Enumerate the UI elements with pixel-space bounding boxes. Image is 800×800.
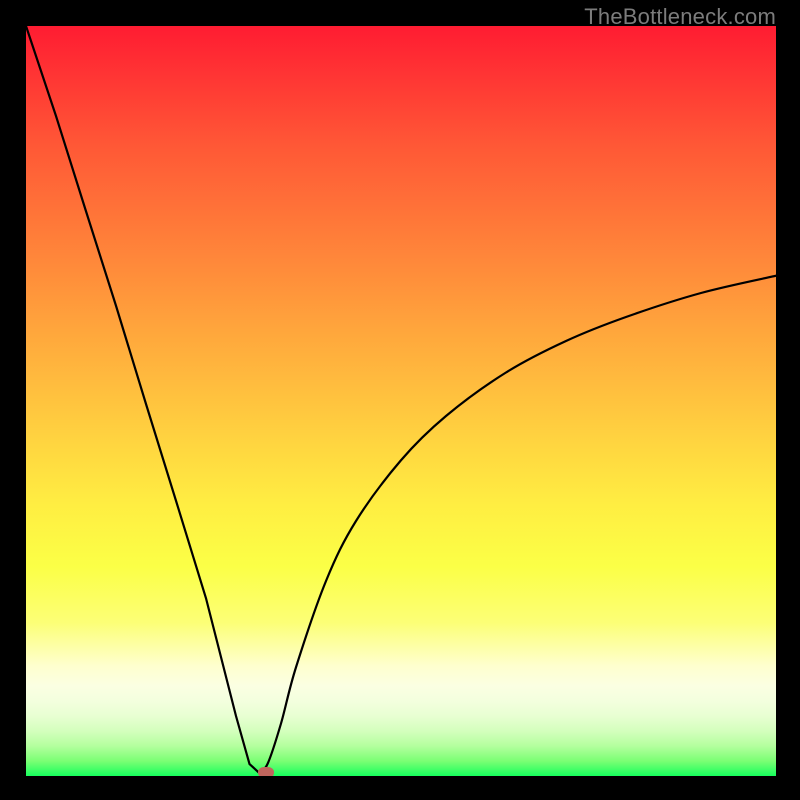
chart-frame: TheBottleneck.com xyxy=(0,0,800,800)
plot-area xyxy=(26,26,776,776)
watermark-text: TheBottleneck.com xyxy=(584,4,776,30)
bottleneck-curve xyxy=(26,26,776,776)
optimal-point-marker xyxy=(258,767,274,776)
